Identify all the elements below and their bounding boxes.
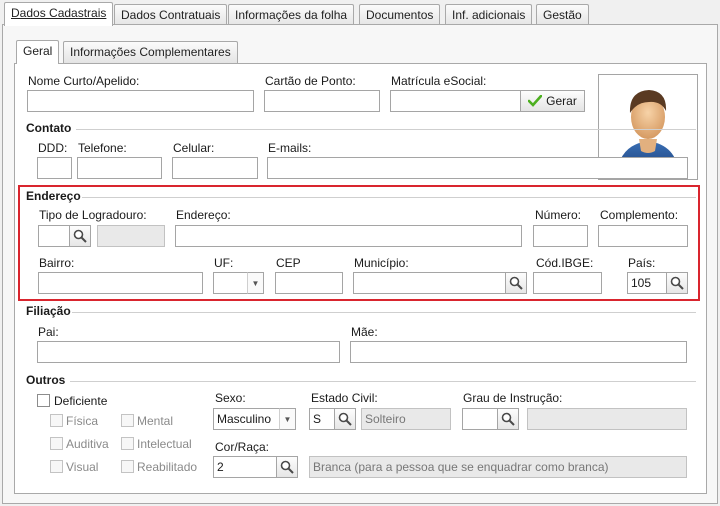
search-icon bbox=[73, 229, 87, 243]
uf-label: UF: bbox=[214, 256, 234, 270]
municipio-search-button[interactable] bbox=[505, 272, 527, 294]
intelectual-checkbox[interactable] bbox=[121, 437, 134, 450]
cor-raca-desc: Branca (para a pessoa que se enquadrar c… bbox=[309, 456, 687, 478]
telefone-label: Telefone: bbox=[78, 141, 127, 155]
cep-label: CEP bbox=[276, 256, 301, 270]
search-icon bbox=[501, 412, 515, 426]
filiacao-divider bbox=[72, 312, 696, 313]
ddd-label: DDD: bbox=[38, 141, 68, 155]
cor-raca-label: Cor/Raça: bbox=[215, 440, 270, 454]
tab-gestao[interactable]: Gestão bbox=[536, 4, 589, 26]
emails-input[interactable] bbox=[267, 157, 688, 179]
search-icon bbox=[338, 412, 352, 426]
filiacao-title: Filiação bbox=[26, 304, 71, 318]
tab-documentos[interactable]: Documentos bbox=[359, 4, 441, 26]
pais-input[interactable]: 105 bbox=[627, 272, 667, 294]
nome-label: Nome Curto/Apelido: bbox=[28, 74, 140, 88]
dropdown-arrow-icon: ▼ bbox=[251, 278, 260, 288]
celular-input[interactable] bbox=[172, 157, 258, 179]
endereco-title: Endereço bbox=[26, 189, 81, 203]
visual-checkbox[interactable] bbox=[50, 460, 63, 473]
bairro-input[interactable] bbox=[38, 272, 203, 294]
tipo-logradouro-search-button[interactable] bbox=[69, 225, 91, 247]
cor-raca-search-button[interactable] bbox=[276, 456, 298, 478]
pais-label: País: bbox=[628, 256, 656, 270]
ibge-label: Cód.IBGE: bbox=[536, 256, 594, 270]
municipio-input[interactable] bbox=[353, 272, 506, 294]
tab-inf-adicionais[interactable]: Inf. adicionais bbox=[445, 4, 533, 26]
tab-dados-contratuais[interactable]: Dados Contratuais bbox=[114, 4, 228, 26]
contato-divider bbox=[76, 129, 696, 130]
emails-label: E-mails: bbox=[268, 141, 312, 155]
telefone-input[interactable] bbox=[77, 157, 162, 179]
pai-label: Pai: bbox=[38, 325, 59, 339]
visual-label: Visual bbox=[66, 460, 99, 474]
cor-raca-code-input[interactable]: 2 bbox=[213, 456, 277, 478]
search-icon bbox=[670, 276, 684, 290]
outros-title: Outros bbox=[26, 373, 66, 387]
estado-civil-code-input[interactable]: S bbox=[309, 408, 335, 430]
ibge-input[interactable] bbox=[533, 272, 602, 294]
search-icon bbox=[509, 276, 523, 290]
grau-instrucao-search-button[interactable] bbox=[497, 408, 519, 430]
gerar-button[interactable]: Gerar bbox=[520, 90, 585, 112]
intelectual-label: Intelectual bbox=[137, 437, 192, 451]
bairro-label: Bairro: bbox=[39, 256, 75, 270]
matricula-label: Matrícula eSocial: bbox=[391, 74, 487, 88]
mental-label: Mental bbox=[137, 414, 174, 428]
celular-label: Celular: bbox=[173, 141, 215, 155]
cep-input[interactable] bbox=[275, 272, 343, 294]
subtab-geral[interactable]: Geral bbox=[16, 40, 60, 64]
fisica-label: Física bbox=[66, 414, 99, 428]
grau-instrucao-label: Grau de Instrução: bbox=[463, 391, 563, 405]
endereco-input[interactable] bbox=[175, 225, 522, 247]
grau-instrucao-desc bbox=[527, 408, 687, 430]
sexo-dropdown-button[interactable]: ▼ bbox=[279, 408, 296, 430]
endereco-divider bbox=[82, 197, 696, 198]
pai-input[interactable] bbox=[37, 341, 340, 363]
tipo-logradouro-desc bbox=[97, 225, 165, 247]
dropdown-arrow-icon: ▼ bbox=[283, 414, 292, 424]
nome-input[interactable] bbox=[27, 90, 254, 112]
uf-select[interactable] bbox=[213, 272, 248, 294]
subtab-informacoes-complementares[interactable]: Informações Complementares bbox=[63, 41, 238, 63]
deficiente-label: Deficiente bbox=[54, 394, 108, 408]
mental-checkbox[interactable] bbox=[121, 414, 134, 427]
matricula-input[interactable] bbox=[390, 90, 521, 112]
complemento-input[interactable] bbox=[598, 225, 688, 247]
numero-input[interactable] bbox=[533, 225, 588, 247]
reabilitado-checkbox[interactable] bbox=[121, 460, 134, 473]
mae-label: Mãe: bbox=[351, 325, 378, 339]
outros-divider bbox=[70, 381, 696, 382]
uf-dropdown-button[interactable]: ▼ bbox=[247, 272, 264, 294]
tab-dados-cadastrais[interactable]: Dados Cadastrais bbox=[4, 2, 114, 26]
endereco-label: Endereço: bbox=[176, 208, 231, 222]
reabilitado-label: Reabilitado bbox=[137, 460, 198, 474]
contato-title: Contato bbox=[26, 121, 72, 135]
municipio-label: Município: bbox=[354, 256, 409, 270]
mae-input[interactable] bbox=[350, 341, 687, 363]
auditiva-label: Auditiva bbox=[66, 437, 109, 451]
tab-informacoes-folha[interactable]: Informações da folha bbox=[228, 4, 355, 26]
complemento-label: Complemento: bbox=[600, 208, 679, 222]
tipo-logradouro-input[interactable] bbox=[38, 225, 70, 247]
deficiente-checkbox[interactable] bbox=[37, 394, 50, 407]
sexo-select[interactable]: Masculino bbox=[213, 408, 280, 430]
ddd-input[interactable] bbox=[37, 157, 72, 179]
estado-civil-desc: Solteiro bbox=[361, 408, 451, 430]
pais-search-button[interactable] bbox=[666, 272, 688, 294]
search-icon bbox=[280, 460, 294, 474]
auditiva-checkbox[interactable] bbox=[50, 437, 63, 450]
grau-instrucao-code-input[interactable] bbox=[462, 408, 498, 430]
estado-civil-search-button[interactable] bbox=[334, 408, 356, 430]
numero-label: Número: bbox=[535, 208, 582, 222]
sexo-label: Sexo: bbox=[215, 391, 246, 405]
cartao-label: Cartão de Ponto: bbox=[265, 74, 356, 88]
fisica-checkbox[interactable] bbox=[50, 414, 63, 427]
check-icon bbox=[528, 95, 543, 107]
tipo-logradouro-label: Tipo de Logradouro: bbox=[39, 208, 147, 222]
gerar-label: Gerar bbox=[546, 94, 577, 108]
estado-civil-label: Estado Civil: bbox=[311, 391, 378, 405]
cartao-input[interactable] bbox=[264, 90, 380, 112]
